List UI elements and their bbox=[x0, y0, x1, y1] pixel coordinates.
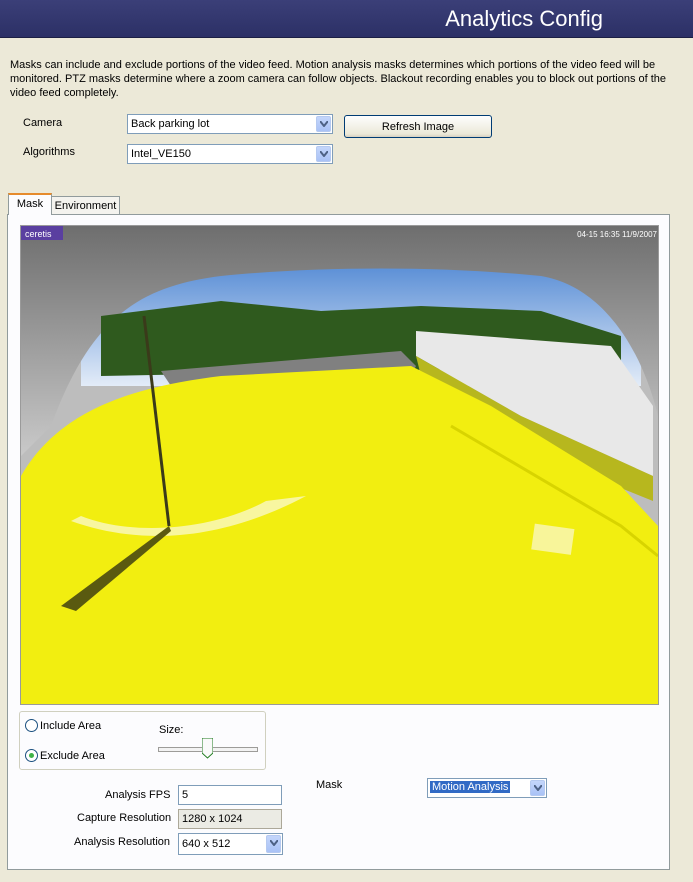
algorithms-label: Algorithms bbox=[23, 146, 75, 158]
camera-label: Camera bbox=[23, 117, 63, 129]
camera-select[interactable]: Back parking lot bbox=[127, 114, 333, 134]
include-area-radio[interactable] bbox=[25, 719, 38, 732]
title-bar: Analytics Config bbox=[0, 0, 693, 38]
chevron-down-icon[interactable] bbox=[316, 116, 331, 132]
tab-environment[interactable]: Environment bbox=[51, 196, 120, 215]
mask-type-label: Mask bbox=[316, 779, 343, 791]
analysis-fps-label: Analysis FPS bbox=[105, 789, 171, 801]
tab-mask[interactable]: Mask bbox=[8, 193, 52, 215]
analysis-resolution-value: 640 x 512 bbox=[182, 838, 231, 850]
analysis-resolution-select[interactable]: 640 x 512 bbox=[178, 833, 283, 855]
refresh-image-button[interactable]: Refresh Image bbox=[344, 115, 492, 138]
camera-select-value: Back parking lot bbox=[131, 118, 210, 130]
chevron-down-icon[interactable] bbox=[316, 146, 331, 162]
description-text: Masks can include and exclude portions o… bbox=[10, 59, 667, 99]
page-title: Analytics Config bbox=[445, 6, 603, 31]
size-label: Size: bbox=[159, 724, 184, 736]
analysis-resolution-label: Analysis Resolution bbox=[74, 836, 170, 848]
video-timestamp: 04-15 16:35 11/9/2007 bbox=[577, 230, 657, 239]
capture-resolution-label: Capture Resolution bbox=[77, 812, 172, 824]
size-slider-thumb[interactable] bbox=[201, 737, 213, 759]
video-logo: ceretis bbox=[25, 229, 52, 239]
algorithms-select[interactable]: Intel_VE150 bbox=[127, 144, 333, 164]
exclude-area-radio[interactable] bbox=[25, 749, 38, 762]
exclude-area-label: Exclude Area bbox=[40, 750, 105, 762]
chevron-down-icon[interactable] bbox=[266, 835, 281, 853]
capture-resolution-value: 1280 x 1024 bbox=[178, 809, 282, 829]
chevron-down-icon[interactable] bbox=[530, 780, 545, 796]
mask-type-value: Motion Analysis bbox=[430, 781, 511, 793]
camera-video-feed[interactable]: ceretis 04-15 16:35 11/9/2007 bbox=[20, 225, 659, 705]
analysis-fps-input[interactable]: 5 bbox=[178, 785, 282, 805]
algorithms-select-value: Intel_VE150 bbox=[131, 148, 191, 160]
mask-type-select[interactable]: Motion Analysis bbox=[427, 778, 547, 798]
include-area-label: Include Area bbox=[40, 720, 102, 732]
